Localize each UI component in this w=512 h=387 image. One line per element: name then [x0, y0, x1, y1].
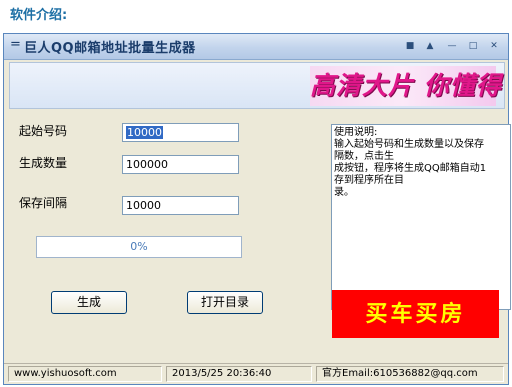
start-number-value: 10000	[126, 126, 163, 139]
instructions-line: 存到程序所在目	[334, 175, 404, 186]
system-menu-icon[interactable]: =	[10, 37, 21, 52]
page-heading: 软件介绍:	[10, 8, 68, 23]
pin-icon[interactable]: ▲	[423, 39, 437, 53]
interval-input[interactable]: 10000	[122, 196, 239, 215]
banner-ad[interactable]: 高清大片 你懂得	[310, 66, 502, 106]
status-website[interactable]: www.yishuosoft.com	[8, 366, 162, 382]
interval-label: 保存间隔	[19, 196, 68, 210]
close-icon[interactable]: ✕	[487, 39, 501, 53]
app-window: = 巨人QQ邮箱地址批量生成器 ■ ▲ — □ ✕ 高清大片 你懂得 起始号码 …	[3, 33, 511, 385]
instructions-line: 成按钮，程序将生成QQ邮箱自动1	[334, 163, 487, 174]
status-bar: www.yishuosoft.com 2013/5/25 20:36:40 官方…	[4, 363, 508, 384]
status-email: 官方Email:610536882@qq.com	[316, 366, 504, 382]
window-title: 巨人QQ邮箱地址批量生成器	[24, 41, 196, 56]
skin-menu-icon[interactable]: ■	[403, 39, 417, 53]
instructions-textbox[interactable]: 使用说明: 输入起始号码和生成数量以及保存 隔数，点击生 成按钮，程序将生成QQ…	[331, 124, 511, 310]
instructions-line: 输入起始号码和生成数量以及保存	[334, 139, 484, 150]
minimize-icon[interactable]: —	[445, 39, 459, 53]
open-directory-button[interactable]: 打开目录	[187, 291, 263, 314]
maximize-icon[interactable]: □	[466, 39, 480, 53]
count-input[interactable]: 100000	[122, 155, 239, 174]
banner: 高清大片 你懂得	[9, 62, 505, 109]
instructions-line: 隔数，点击生	[334, 151, 394, 162]
instructions-line: 录。	[334, 187, 354, 198]
status-datetime: 2013/5/25 20:36:40	[166, 366, 312, 382]
title-bar: = 巨人QQ邮箱地址批量生成器 ■ ▲ — □ ✕	[4, 34, 508, 60]
side-ad[interactable]: 买车买房	[332, 290, 499, 338]
progress-bar: 0%	[36, 236, 242, 258]
start-number-input[interactable]: 10000	[122, 123, 239, 142]
generate-button[interactable]: 生成	[51, 291, 127, 314]
banner-ad-text: 高清大片 你懂得	[310, 71, 502, 100]
instructions-line: 使用说明:	[334, 127, 378, 138]
count-label: 生成数量	[19, 156, 68, 170]
start-number-label: 起始号码	[19, 124, 68, 138]
